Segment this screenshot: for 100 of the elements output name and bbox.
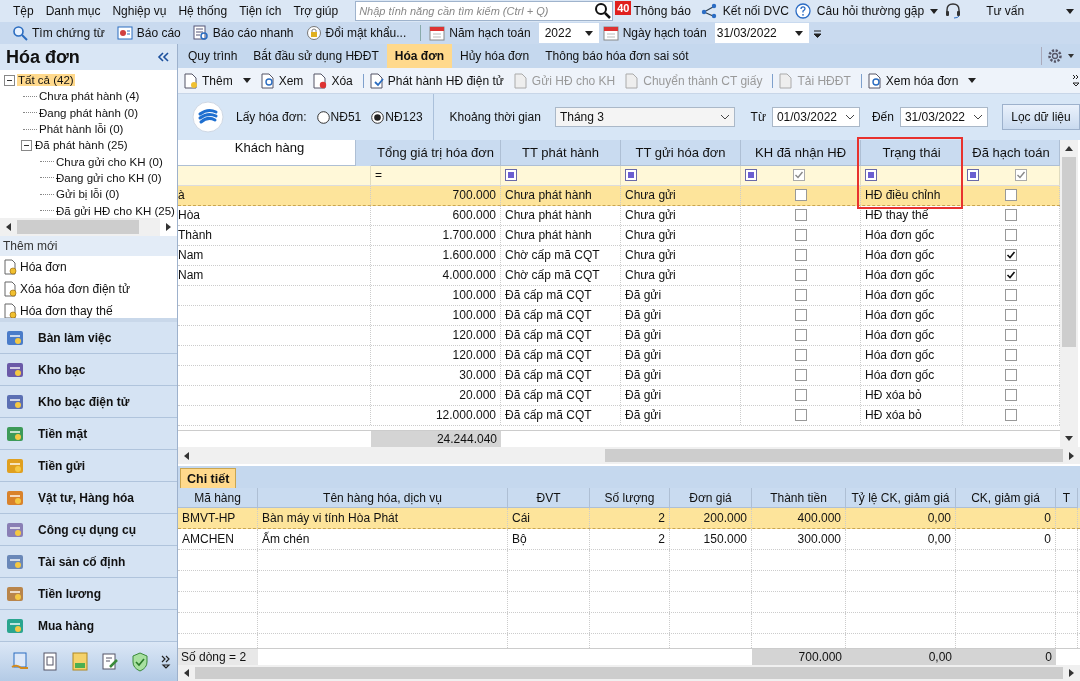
search-field[interactable]: Nhập tính năng cần tìm kiếm (Ctrl + Q) [355, 1, 614, 21]
tree-item[interactable]: Tất cả (42) [17, 74, 75, 87]
checkbox[interactable] [794, 229, 807, 242]
checkbox[interactable] [1005, 389, 1017, 402]
table-row[interactable]: 100.000 Đã cấp mã CQT Đã gửi Hóa đơn gốc [178, 285, 1060, 306]
caret-icon[interactable] [930, 8, 939, 14]
module-button[interactable]: Vật tư, Hàng hóa [0, 482, 177, 514]
faq-menu[interactable]: Câu hỏi thường gặp [816, 4, 925, 18]
checkbox[interactable] [1005, 369, 1017, 382]
scrollbar[interactable] [1060, 140, 1078, 447]
arrow-icon[interactable] [1069, 669, 1074, 677]
checkbox[interactable] [794, 369, 807, 382]
tree-item[interactable]: Đang gửi cho KH (0) [55, 171, 163, 184]
toolbar-button[interactable]: Xem hóa đơn [865, 72, 983, 89]
tree-item[interactable]: Phát hành lỗi (0) [38, 123, 125, 136]
collapse-toggle-icon[interactable] [4, 74, 15, 86]
radio-icon[interactable] [371, 110, 385, 124]
checkbox[interactable] [1005, 349, 1017, 362]
table-row[interactable]: 20.000 Đã cấp mã CQT Đã gửi HĐ xóa bỏ [178, 385, 1060, 406]
toolbar-button[interactable]: Phát hành HĐ điện tử [367, 72, 510, 89]
column-header[interactable]: Trạng thái [861, 140, 963, 166]
year-select[interactable]: 2022 [538, 23, 599, 43]
toolbar-button[interactable]: Đổi mật khẩu... [303, 25, 413, 41]
checkbox[interactable] [794, 269, 807, 282]
column-header[interactable]: Khách hàng [178, 140, 356, 166]
filter-checkbox[interactable] [1015, 169, 1027, 182]
quick-add-link[interactable]: Xóa hóa đơn điện tử [0, 278, 177, 300]
toolbar-button[interactable]: Xem [258, 72, 310, 89]
shield-icon[interactable] [131, 651, 149, 672]
chevron-icon[interactable] [972, 114, 983, 120]
connect-link[interactable]: Kết nối DVC [722, 4, 789, 18]
checkbox[interactable] [1005, 269, 1017, 282]
chevron-icon[interactable] [719, 114, 730, 120]
caret-icon[interactable] [584, 30, 593, 36]
arrow-icon[interactable] [1065, 146, 1073, 151]
column-header[interactable]: KH đã nhận HĐ [741, 140, 861, 166]
scrollbar[interactable] [0, 218, 177, 236]
radio-icon[interactable] [316, 110, 330, 124]
column-header[interactable]: TT phát hành [501, 140, 621, 166]
menu-item[interactable]: Trợ giúp [288, 4, 344, 18]
checkbox[interactable] [794, 249, 807, 262]
overflow-icon[interactable] [1072, 73, 1080, 88]
scrollbar[interactable] [178, 665, 1080, 681]
tab[interactable]: Hủy hóa đơn [452, 44, 538, 68]
menu-item[interactable]: Danh mục [40, 4, 106, 18]
table-row[interactable]: Thành 1.700.000 Chưa phát hành Chưa gửi Hóa đơn gốc [178, 225, 1060, 246]
module-button[interactable]: Tiền gửi [0, 450, 177, 482]
checkbox[interactable] [1005, 189, 1017, 202]
checkbox[interactable] [1005, 309, 1017, 322]
more-icon[interactable] [161, 654, 171, 669]
filter-operator-icon[interactable] [745, 169, 757, 182]
toolbar-button[interactable]: Báo cáo [114, 25, 187, 41]
caret-icon[interactable] [968, 78, 977, 83]
arrow-icon[interactable] [184, 669, 189, 677]
help-icon[interactable] [794, 3, 811, 19]
module-button[interactable]: Tiền mặt [0, 418, 177, 450]
checkbox[interactable] [1005, 229, 1017, 242]
tree-item[interactable]: Gửi bị lỗi (0) [55, 188, 121, 201]
checkbox[interactable] [794, 409, 807, 422]
menu-item[interactable]: Hệ thống [173, 4, 233, 18]
collapse-icon[interactable] [157, 52, 169, 62]
arrow-icon[interactable] [184, 451, 189, 460]
checkbox[interactable] [794, 189, 807, 202]
checkbox[interactable] [1005, 409, 1017, 422]
quick-add-link[interactable]: Hóa đơn [0, 256, 177, 278]
column-header[interactable]: Tổng giá trị hóa đơn [371, 140, 501, 166]
module-button[interactable]: Bàn làm việc [0, 322, 177, 354]
radio-button[interactable]: NĐ123 [371, 110, 423, 124]
arrow-icon[interactable] [166, 223, 171, 231]
caret-icon[interactable] [242, 78, 251, 83]
date-picker[interactable]: 01/03/2022 [771, 107, 860, 127]
advice-menu[interactable]: Tư vấn [986, 4, 1025, 18]
table-row[interactable]: Hòa 600.000 Chưa phát hành Chưa gửi HĐ thay thế [178, 205, 1060, 226]
table-row[interactable]: 100.000 Đã cấp mã CQT Đã gửi Hóa đơn gốc [178, 305, 1060, 326]
toolbar-button[interactable]: Tìm chứng từ [10, 25, 111, 41]
collapse-toggle-icon[interactable] [21, 139, 32, 151]
table-row[interactable]: à 700.000 Chưa phát hành Chưa gửi HĐ điều chỉnh [178, 185, 1060, 206]
checkbox[interactable] [1005, 209, 1017, 222]
tree-item[interactable]: Đã phát hành (25) [34, 139, 129, 152]
search-icon[interactable] [594, 2, 613, 20]
radio-button[interactable]: NĐ51 [316, 110, 362, 124]
table-row[interactable]: AMCHEN Ấm chén Bộ 2 150.000 300.000 0,00 0 [178, 529, 1080, 550]
notification-link[interactable]: Thông báo [633, 4, 691, 18]
quick-add-link[interactable]: Hóa đơn thay thế [0, 300, 177, 318]
table-row[interactable]: Nam 1.600.000 Chờ cấp mã CQT Chưa gửi Hóa đơn gốc [178, 245, 1060, 266]
checkbox[interactable] [794, 349, 807, 362]
tree-item[interactable]: Đang phát hành (0) [38, 106, 140, 119]
checkbox[interactable] [794, 309, 807, 322]
scrollbar[interactable] [178, 447, 1080, 466]
checkbox[interactable] [1005, 329, 1017, 342]
date-picker[interactable]: 31/03/2022 [714, 23, 809, 43]
toolbar-button[interactable]: Báo cáo nhanh [190, 25, 300, 41]
filter-operator-icon[interactable] [505, 169, 517, 182]
module-button[interactable]: Tiền lương [0, 578, 177, 610]
settings-icon[interactable] [1041, 47, 1076, 65]
menu-item[interactable]: Tiện ích [234, 4, 287, 18]
filter-checkbox[interactable] [793, 169, 805, 182]
filter-operator-icon[interactable] [865, 169, 877, 182]
table-row[interactable]: 30.000 Đã cấp mã CQT Đã gửi Hóa đơn gốc [178, 365, 1060, 386]
module-button[interactable]: Kho bạc [0, 354, 177, 386]
